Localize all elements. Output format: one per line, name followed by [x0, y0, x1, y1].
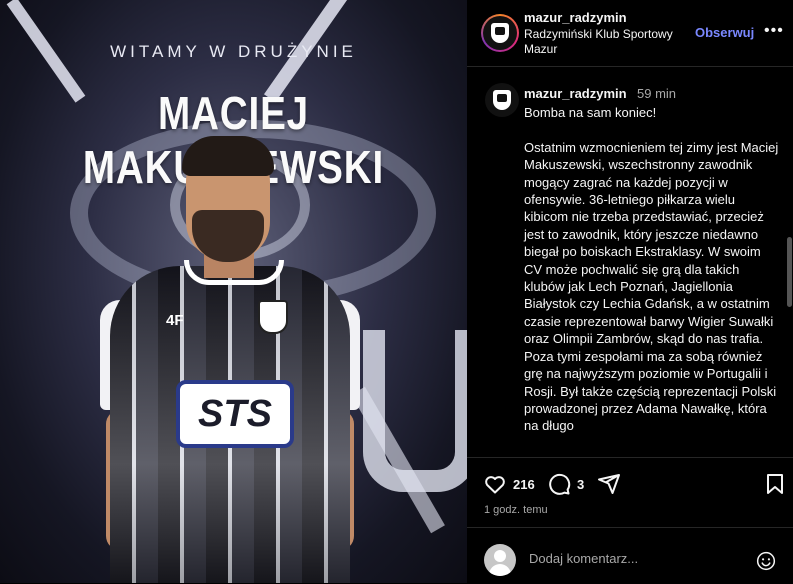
header-username[interactable]: mazur_radzymin — [524, 10, 627, 25]
more-options-icon[interactable]: ••• — [764, 22, 784, 40]
heart-icon — [485, 476, 505, 494]
comment-count: 3 — [577, 476, 585, 492]
caption-avatar[interactable] — [485, 83, 519, 117]
club-badge-icon — [258, 300, 288, 334]
comment-composer — [467, 527, 793, 584]
welcome-banner: WITAMY W DRUŻYNIE — [110, 42, 357, 61]
share-icon — [598, 474, 620, 494]
comment-input[interactable] — [527, 550, 741, 567]
share-button[interactable] — [597, 472, 621, 496]
post-actions: 216 3 1 godz. temu — [467, 457, 793, 528]
caption-scrollbar[interactable] — [787, 237, 792, 307]
player-hair — [182, 136, 274, 176]
bookmark-icon — [767, 474, 783, 494]
sponsor-logo: STS — [176, 380, 294, 448]
like-count: 216 — [513, 476, 535, 492]
club-crest-icon — [493, 90, 511, 110]
club-crest-icon — [491, 23, 509, 43]
user-avatar-icon — [484, 544, 516, 576]
post-header: mazur_radzymin Radzymiński Klub Sportowy… — [467, 0, 793, 67]
caption-username[interactable]: mazur_radzymin — [524, 86, 627, 101]
header-subtitle[interactable]: Radzymiński Klub Sportowy Mazur — [524, 27, 684, 57]
caption-time: 59 min — [637, 86, 677, 101]
like-button[interactable]: 216 — [483, 472, 535, 496]
background-letter-graphic — [363, 330, 467, 492]
comment-button[interactable]: 3 — [547, 472, 584, 496]
emoji-icon[interactable] — [756, 551, 776, 571]
save-button[interactable] — [763, 472, 787, 496]
caption-area: mazur_radzymin 59 min Bomba na sam konie… — [467, 67, 793, 457]
jersey-collar — [184, 260, 284, 285]
kit-brand-logo: 4F — [166, 312, 184, 329]
post-image[interactable]: WITAMY W DRUŻYNIE MACIEJ MAKUSZEWSKI 4F … — [0, 0, 467, 583]
caption-text: Bomba na sam koniec! Ostatnim wzmocnieni… — [524, 105, 779, 434]
post-side-panel: mazur_radzymin Radzymiński Klub Sportowy… — [467, 0, 793, 583]
post-timestamp: 1 godz. temu — [484, 504, 548, 516]
profile-avatar[interactable] — [481, 14, 519, 52]
follow-button[interactable]: Obserwuj — [695, 25, 754, 40]
player-figure: 4F STS — [100, 136, 360, 583]
comment-icon — [549, 473, 571, 495]
instagram-post-view: WITAMY W DRUŻYNIE MACIEJ MAKUSZEWSKI 4F … — [0, 0, 793, 583]
